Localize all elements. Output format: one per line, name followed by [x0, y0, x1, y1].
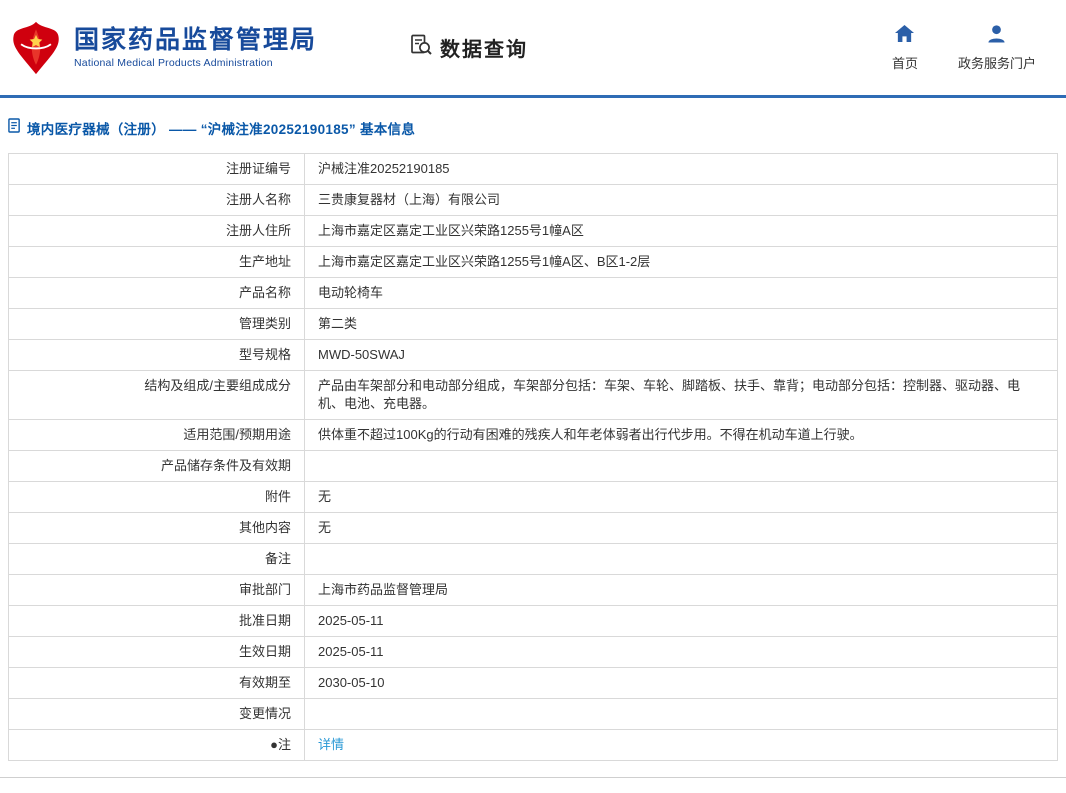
table-row: 注册人住所 上海市嘉定区嘉定工业区兴荣路1255号1幢A区 — [9, 216, 1057, 247]
row-label: 产品名称 — [9, 278, 305, 308]
row-value: 三贵康复器材（上海）有限公司 — [318, 192, 501, 207]
row-value: 上海市嘉定区嘉定工业区兴荣路1255号1幢A区 — [318, 223, 584, 238]
table-row: 批准日期 2025-05-11 — [9, 606, 1057, 637]
row-label: 注册证编号 — [9, 154, 305, 184]
table-row: 结构及组成/主要组成成分 产品由车架部分和电动部分组成，车架部分包括：车架、车轮、… — [9, 371, 1057, 420]
row-label: 产品储存条件及有效期 — [9, 451, 305, 481]
row-label: 结构及组成/主要组成成分 — [9, 371, 305, 419]
table-row: 适用范围/预期用途 供体重不超过100Kg的行动有困难的残疾人和年老体弱者出行代步… — [9, 420, 1057, 451]
nav-portal[interactable]: 政务服务门户 — [958, 24, 1036, 72]
row-label: 备注 — [9, 544, 305, 574]
row-label: 批准日期 — [9, 606, 305, 636]
org-name-cn: 国家药品监督管理局 — [74, 25, 318, 54]
row-value — [305, 451, 1057, 481]
row-value: 电动轮椅车 — [318, 285, 384, 300]
breadcrumb-text: 境内医疗器械（注册） —— “沪械注准20252190185” 基本信息 — [27, 122, 416, 137]
table-row: 其他内容无 — [9, 513, 1057, 544]
registration-info-table: 注册证编号 沪械注准20252190185 注册人名称 三贵康复器材（上海）有限公司注… — [8, 153, 1058, 761]
row-value: 产品由车架部分和电动部分组成，车架部分包括：车架、车轮、脚踏板、扶手、靠背；电动… — [318, 378, 1021, 411]
row-value: 上海市嘉定区嘉定工业区兴荣路1255号1幢A区、B区1-2层 — [318, 254, 651, 269]
table-row: 管理类别 第二类 — [9, 309, 1057, 340]
home-icon — [894, 24, 915, 48]
row-label: 注册人住所 — [9, 216, 305, 246]
nav-home-label: 首页 — [891, 55, 918, 71]
row-value: 无 — [318, 489, 332, 504]
info-table-body: 注册证编号 沪械注准20252190185 注册人名称 三贵康复器材（上海）有限公司注… — [9, 154, 1057, 760]
row-value: 无 — [318, 520, 332, 535]
org-name-en: National Medical Products Administration — [74, 57, 273, 70]
row-label: 适用范围/预期用途 — [9, 420, 305, 450]
row-label: 注册人名称 — [9, 185, 305, 215]
row-value: 沪械注准20252190185 — [318, 161, 450, 176]
row-label: 管理类别 — [9, 309, 305, 339]
table-row: 注册人名称 三贵康复器材（上海）有限公司 — [9, 185, 1057, 216]
nav-home[interactable]: 首页 — [892, 24, 918, 72]
row-value: 第二类 — [318, 316, 358, 331]
table-row: ●注 详情 — [9, 730, 1057, 760]
data-query-label: 数据查询 — [440, 39, 529, 61]
table-row: 变更情况 — [9, 699, 1057, 730]
row-value: 2025-05-11 — [318, 644, 384, 659]
row-label: 型号规格 — [9, 340, 305, 370]
table-row: 产品储存条件及有效期 — [9, 451, 1057, 482]
data-query-icon — [409, 33, 433, 62]
table-row: 备注 — [9, 544, 1057, 575]
table-row: 生产地址 上海市嘉定区嘉定工业区兴荣路1255号1幢A区、B区1-2层 — [9, 247, 1057, 278]
row-value — [305, 699, 1057, 729]
document-icon — [8, 118, 21, 138]
row-value: MWD-50SWAJ — [318, 347, 405, 362]
site-header: 国家药品监督管理局 National Medical Products Admi… — [0, 0, 1066, 95]
header-nav: 首页 政务服务门户 — [892, 24, 1036, 72]
row-label: 生效日期 — [9, 637, 305, 667]
detail-link[interactable]: 详情 — [318, 737, 344, 752]
page: 国家药品监督管理局 National Medical Products Admi… — [0, 0, 1066, 793]
table-row: 有效期至 2030-05-10 — [9, 668, 1057, 699]
row-label: ●注 — [9, 730, 305, 760]
org-titles: 国家药品监督管理局 National Medical Products Admi… — [74, 26, 317, 70]
table-row: 生效日期 2025-05-11 — [9, 637, 1057, 668]
row-label: 其他内容 — [9, 513, 305, 543]
row-value: 2025-05-11 — [318, 613, 384, 628]
row-value: 2030-05-10 — [318, 675, 385, 690]
table-row: 型号规格 MWD-50SWAJ — [9, 340, 1057, 371]
row-label: 生产地址 — [9, 247, 305, 277]
table-row: 审批部门 上海市药品监督管理局 — [9, 575, 1057, 606]
table-row: 产品名称 电动轮椅车 — [9, 278, 1057, 309]
row-value — [305, 544, 1057, 574]
row-label: 审批部门 — [9, 575, 305, 605]
row-label: 附件 — [9, 482, 305, 512]
nav-portal-label: 政务服务门户 — [957, 55, 1036, 71]
user-icon — [986, 24, 1007, 48]
row-value: 上海市药品监督管理局 — [318, 582, 449, 597]
row-label: 有效期至 — [9, 668, 305, 698]
row-value: 详情 — [305, 730, 1057, 760]
breadcrumb: 境内医疗器械（注册） —— “沪械注准20252190185” 基本信息 — [0, 98, 1066, 151]
row-value: 供体重不超过100Kg的行动有困难的残疾人和年老体弱者出行代步用。不得在机动车道… — [318, 427, 863, 442]
row-label: 变更情况 — [9, 699, 305, 729]
table-row: 注册证编号 沪械注准20252190185 — [9, 154, 1057, 185]
data-query-title: 数据查询 — [409, 33, 528, 62]
nmpa-logo-icon — [8, 20, 64, 76]
table-row: 附件无 — [9, 482, 1057, 513]
bottom-divider — [0, 777, 1066, 778]
